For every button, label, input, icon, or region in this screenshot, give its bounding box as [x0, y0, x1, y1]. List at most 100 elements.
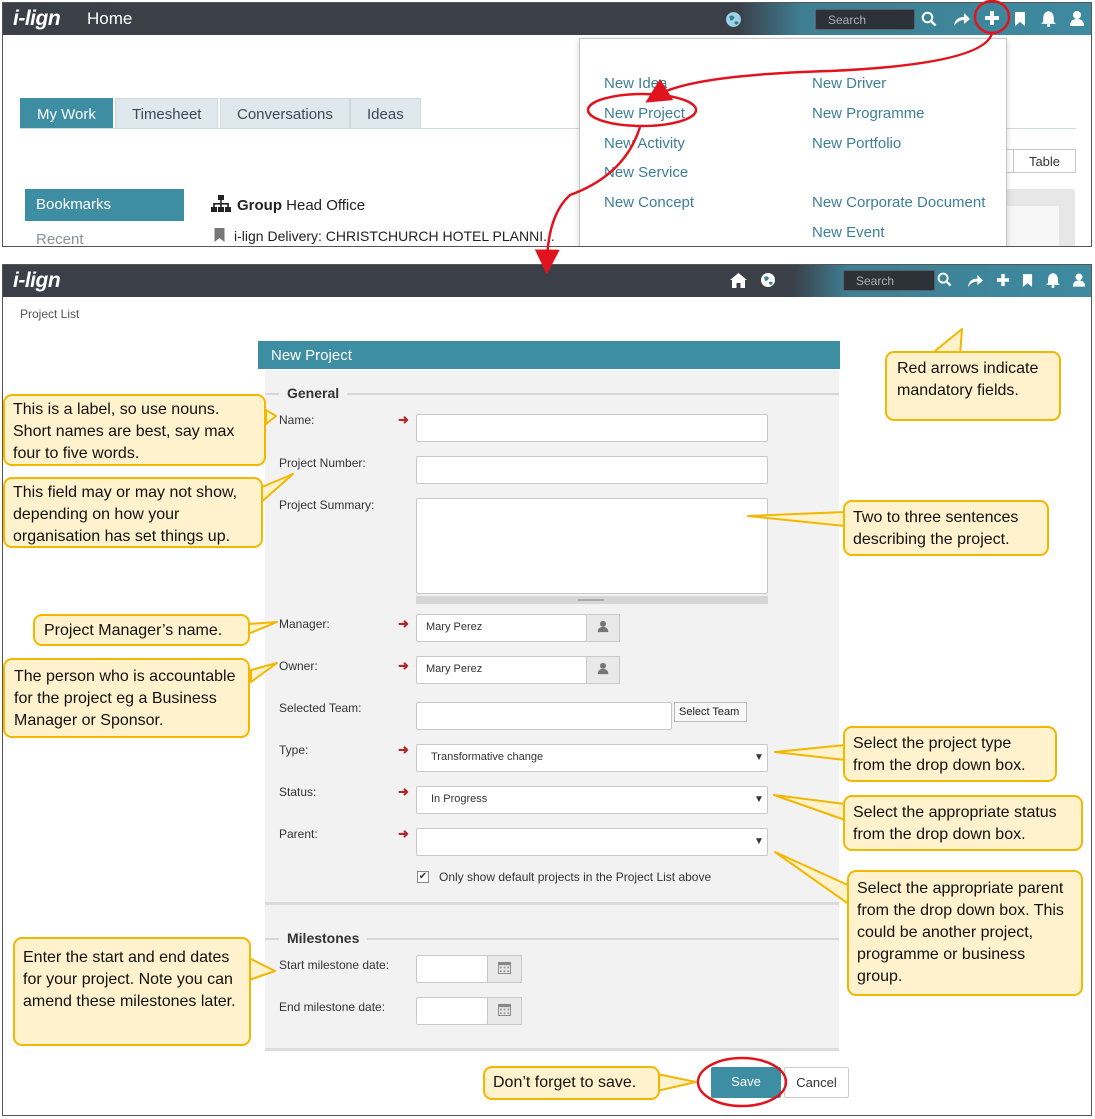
globe-icon[interactable] — [725, 11, 742, 28]
section-milestones-title: Milestones — [279, 930, 368, 946]
section-separator — [265, 1048, 839, 1051]
tab-my-work[interactable]: My Work — [20, 98, 113, 128]
search-icon[interactable] — [921, 11, 937, 27]
bookmark-bold: Group — [237, 197, 282, 214]
plus-icon[interactable] — [996, 273, 1010, 287]
callout-project-number: This field may or may not show, dependin… — [3, 477, 263, 548]
bookmark-row[interactable]: Group Head Office — [211, 195, 365, 216]
home-screenshot: i-lign Home Search My Work Timesheet Con… — [2, 2, 1092, 247]
user-icon[interactable] — [1072, 272, 1086, 288]
type-label: Type: — [279, 743, 309, 757]
menu-item-new-concept[interactable]: New Concept — [604, 194, 694, 211]
parent-label: Parent: — [279, 827, 318, 841]
end-milestone-input[interactable] — [416, 997, 488, 1025]
app-logo[interactable]: i-lign — [13, 7, 61, 31]
callout-owner: The person who is accountable for the pr… — [3, 658, 250, 738]
section-rule — [265, 393, 839, 395]
end-milestone-label: End milestone date: — [279, 1000, 386, 1014]
textarea-resize-handle[interactable] — [416, 596, 768, 604]
menu-item-new-programme[interactable]: New Programme — [812, 105, 925, 122]
menu-item-new-corporate-document[interactable]: New Corporate Document — [812, 194, 985, 211]
user-icon[interactable] — [1069, 10, 1085, 27]
search-input[interactable]: Search — [843, 270, 935, 291]
tab-ideas[interactable]: Ideas — [350, 98, 421, 128]
callout-milestones: Enter the start and end dates for your p… — [13, 937, 251, 1046]
callout-manager: Project Manager’s name. — [33, 614, 250, 646]
search-icon[interactable] — [937, 272, 952, 287]
home-icon[interactable] — [730, 273, 747, 288]
bookmark-icon[interactable] — [1014, 11, 1026, 27]
chevron-down-icon: ▼ — [754, 752, 764, 763]
menu-item-new-idea[interactable]: New Idea — [604, 75, 667, 92]
parent-select[interactable] — [416, 828, 768, 856]
bell-icon[interactable] — [1040, 10, 1057, 27]
type-select[interactable]: Transformative change — [416, 744, 768, 772]
selected-team-label: Selected Team: — [279, 701, 362, 715]
menu-item-new-activity[interactable]: New Activity — [604, 135, 685, 152]
bookmark-icon — [213, 227, 226, 246]
default-projects-checkbox-label[interactable]: Only show default projects in the Projec… — [439, 870, 711, 884]
top-navbar: i-lign Search — [3, 265, 1091, 297]
project-number-input[interactable] — [416, 456, 768, 484]
globe-icon[interactable] — [760, 272, 776, 288]
callout-save: Don’t forget to save. — [483, 1066, 660, 1100]
save-button[interactable]: Save — [711, 1067, 781, 1098]
top-navbar: i-lign Home Search — [3, 3, 1091, 35]
section-separator — [265, 902, 839, 905]
callout-type: Select the project type from the drop do… — [843, 726, 1057, 782]
menu-item-new-service[interactable]: New Service — [604, 164, 688, 181]
project-number-label: Project Number: — [279, 456, 366, 470]
section-general-title: General — [279, 385, 348, 401]
breadcrumb[interactable]: Project List — [20, 307, 79, 321]
navbar-accent — [738, 3, 1091, 35]
required-arrow-icon: ➜ — [398, 616, 409, 631]
share-icon[interactable] — [953, 11, 971, 27]
menu-item-new-driver[interactable]: New Driver — [812, 75, 886, 92]
person-icon[interactable] — [586, 614, 620, 642]
sidebar-item-bookmarks[interactable]: Bookmarks — [25, 189, 184, 221]
tab-timesheet[interactable]: Timesheet — [115, 98, 219, 128]
status-select[interactable]: In Progress — [416, 786, 768, 814]
name-input[interactable] — [416, 414, 768, 442]
search-input[interactable]: Search — [815, 9, 915, 30]
checkbox-icon[interactable]: ✔ — [417, 871, 429, 883]
menu-item-new-portfolio[interactable]: New Portfolio — [812, 135, 901, 152]
callout-status: Select the appropriate status from the d… — [843, 795, 1083, 851]
callout-name: This is a label, so use nouns. Short nam… — [3, 394, 266, 466]
sidebar-item-recent[interactable]: Recent — [36, 231, 84, 246]
calendar-icon[interactable] — [487, 955, 522, 983]
app-logo[interactable]: i-lign — [13, 269, 61, 293]
menu-item-new-project[interactable]: New Project — [604, 105, 685, 122]
select-team-button[interactable]: Select Team — [674, 702, 747, 722]
required-arrow-icon: ➜ — [398, 742, 409, 757]
chevron-down-icon: ▼ — [754, 794, 764, 805]
callout-summary: Two to three sentences describing the pr… — [843, 500, 1049, 556]
manager-label: Manager: — [279, 617, 330, 631]
owner-label: Owner: — [279, 659, 318, 673]
required-arrow-icon: ➜ — [398, 412, 409, 427]
owner-input[interactable]: Mary Perez — [416, 656, 587, 684]
menu-item-new-event[interactable]: New Event — [812, 224, 885, 241]
status-label: Status: — [279, 785, 317, 799]
bookmark-text: i-lign Delivery: CHRISTCHURCH HOTEL PLAN… — [234, 228, 555, 244]
project-summary-textarea[interactable] — [416, 498, 768, 594]
person-icon[interactable] — [586, 656, 620, 684]
bookmark-icon[interactable] — [1022, 273, 1033, 288]
start-milestone-input[interactable] — [416, 955, 488, 983]
hierarchy-icon — [211, 195, 231, 216]
required-arrow-icon: ➜ — [398, 658, 409, 673]
cancel-button[interactable]: Cancel — [784, 1067, 849, 1098]
selected-team-input[interactable] — [416, 702, 672, 730]
bookmark-text: Head Office — [282, 197, 366, 214]
bookmark-row[interactable]: i-lign Delivery: CHRISTCHURCH HOTEL PLAN… — [213, 227, 555, 246]
table-view-button[interactable]: Table — [1013, 149, 1076, 173]
manager-input[interactable]: Mary Perez — [416, 614, 587, 642]
plus-icon[interactable] — [984, 10, 1000, 26]
bell-icon[interactable] — [1045, 272, 1061, 288]
form-title: New Project — [258, 341, 840, 369]
calendar-icon[interactable] — [487, 997, 522, 1025]
required-arrow-icon: ➜ — [398, 826, 409, 841]
chevron-down-icon: ▼ — [754, 836, 764, 847]
share-icon[interactable] — [967, 273, 984, 288]
tab-conversations[interactable]: Conversations — [220, 98, 350, 128]
